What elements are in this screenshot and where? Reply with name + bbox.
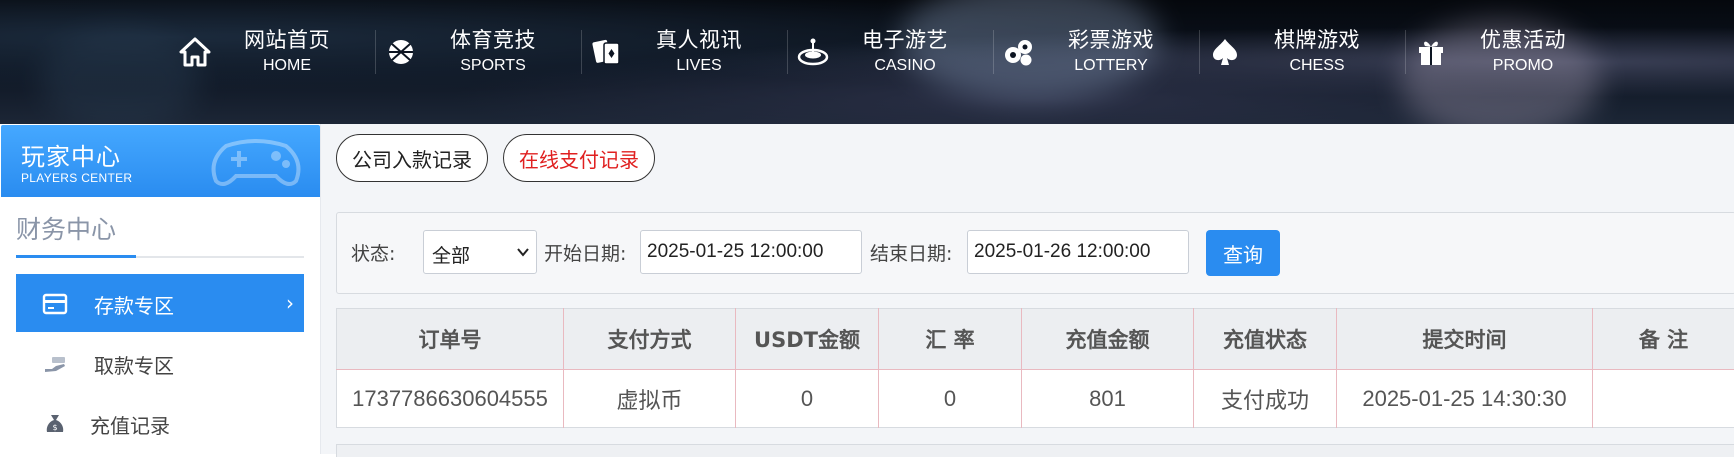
nav-label-zh: 棋牌游戏: [1262, 26, 1372, 54]
cell-remark: [1593, 370, 1734, 428]
tab-company-deposit-records[interactable]: 公司入款记录: [336, 134, 488, 182]
column-header-payment-method: 支付方式: [564, 309, 736, 370]
cell-payment-method: 虚拟币: [564, 370, 736, 428]
table-header-row: 订单号 支付方式 USDT金额 汇 率 充值金额 充值状态 提交时间 备 注: [337, 309, 1734, 370]
payment-records-table: 订单号 支付方式 USDT金额 汇 率 充值金额 充值状态 提交时间 备 注 1…: [336, 308, 1734, 428]
sidebar-item-deposit[interactable]: 存款专区 ›: [16, 274, 304, 332]
nav-item-lottery[interactable]: 彩票游戏LOTTERY: [994, 22, 1200, 82]
svg-text:$: $: [52, 423, 57, 432]
end-date-label: 结束日期:: [870, 239, 952, 266]
chevron-right-icon: ›: [286, 291, 294, 315]
withdraw-cash-icon: [42, 352, 68, 376]
cell-recharge-amount: 801: [1022, 370, 1194, 428]
filter-bar: 状态: 全部 开始日期: 2025-01-25 12:00:00 结束日期: 2…: [336, 212, 1734, 294]
nav-item-sports[interactable]: 体育竞技SPORTS: [376, 22, 582, 82]
cell-exchange-rate: 0: [879, 370, 1022, 428]
status-select[interactable]: 全部: [423, 230, 537, 274]
sidebar-item-recharge-records[interactable]: $ 充值记录: [16, 394, 304, 452]
nav-label-zh: 彩票游戏: [1056, 26, 1166, 54]
top-navigation: 网站首页HOME 体育竞技SPORTS 真人视讯LIVES 电子游艺CASINO: [0, 0, 1734, 124]
nav-label-en: LOTTERY: [1056, 56, 1166, 76]
sidebar-item-label: 充值记录: [90, 410, 170, 439]
spade-icon: [1208, 35, 1242, 69]
deposit-card-icon: [42, 292, 68, 316]
cell-recharge-status: 支付成功: [1194, 370, 1337, 428]
nav-item-lives[interactable]: 真人视讯LIVES: [582, 22, 788, 82]
main-content: 公司入款记录 在线支付记录 状态: 全部 开始日期: 2025-01-25 12…: [321, 124, 1734, 454]
nav-label-en: LIVES: [644, 56, 754, 76]
nav-label-zh: 体育竞技: [438, 26, 548, 54]
nav-list: 网站首页HOME 体育竞技SPORTS 真人视讯LIVES 电子游艺CASINO: [170, 22, 1612, 82]
cell-order-number: 1737786630604555: [337, 370, 564, 428]
nav-label-zh: 网站首页: [232, 26, 342, 54]
status-label: 状态:: [351, 239, 395, 266]
gamepad-icon: [206, 131, 306, 191]
nav-label-en: HOME: [232, 56, 342, 76]
nav-label-zh: 电子游艺: [850, 26, 960, 54]
table-footer-strip: [336, 444, 1734, 457]
sidebar-item-label: 存款专区: [94, 290, 174, 319]
column-header-recharge-amount: 充值金额: [1022, 309, 1194, 370]
gift-icon: [1414, 35, 1448, 69]
home-icon: [178, 35, 212, 69]
basketball-icon: [384, 35, 418, 69]
column-header-exchange-rate: 汇 率: [879, 309, 1022, 370]
players-center-title: 玩家中心: [21, 137, 121, 172]
column-header-order-number: 订单号: [337, 309, 564, 370]
finance-center-title: 财务中心: [16, 210, 116, 246]
column-header-usdt-amount: USDT金额: [736, 309, 879, 370]
column-header-recharge-status: 充值状态: [1194, 309, 1337, 370]
nav-item-promo[interactable]: 优惠活动PROMO: [1406, 22, 1612, 82]
nav-item-chess[interactable]: 棋牌游戏CHESS: [1200, 22, 1406, 82]
roulette-icon: [796, 35, 830, 69]
section-underline: [16, 255, 136, 258]
cards-icon: [590, 35, 624, 69]
end-date-input[interactable]: 2025-01-26 12:00:00: [967, 230, 1189, 274]
column-header-remark: 备 注: [1593, 309, 1734, 370]
nav-label-zh: 真人视讯: [644, 26, 754, 54]
nav-label-zh: 优惠活动: [1468, 26, 1578, 54]
sidebar: 玩家中心 PLAYERS CENTER 财务中心 存款专区 › 取款专区 $ 充…: [0, 124, 321, 454]
sidebar-item-label: 取款专区: [94, 350, 174, 379]
start-date-input[interactable]: 2025-01-25 12:00:00: [640, 230, 862, 274]
column-header-submit-time: 提交时间: [1337, 309, 1593, 370]
start-date-label: 开始日期:: [544, 239, 626, 266]
sidebar-item-withdraw[interactable]: 取款专区: [16, 334, 304, 392]
cell-usdt-amount: 0: [736, 370, 879, 428]
cell-submit-time: 2025-01-25 14:30:30: [1337, 370, 1593, 428]
status-select-value: 全部: [432, 241, 470, 268]
lottery-balls-icon: [1002, 35, 1036, 69]
players-center-banner: 玩家中心 PLAYERS CENTER: [1, 125, 320, 197]
tab-online-payment-records[interactable]: 在线支付记录: [503, 134, 655, 182]
nav-label-en: CHESS: [1262, 56, 1372, 76]
chevron-down-icon: [516, 245, 530, 259]
nav-item-home[interactable]: 网站首页HOME: [170, 22, 376, 82]
query-button[interactable]: 查询: [1206, 230, 1280, 276]
players-center-subtitle: PLAYERS CENTER: [21, 171, 132, 185]
nav-item-casino[interactable]: 电子游艺CASINO: [788, 22, 994, 82]
money-bag-icon: $: [42, 412, 68, 436]
nav-label-en: SPORTS: [438, 56, 548, 76]
nav-label-en: CASINO: [850, 56, 960, 76]
nav-label-en: PROMO: [1468, 56, 1578, 76]
table-row: 1737786630604555 虚拟币 0 0 801 支付成功 2025-0…: [337, 370, 1734, 428]
